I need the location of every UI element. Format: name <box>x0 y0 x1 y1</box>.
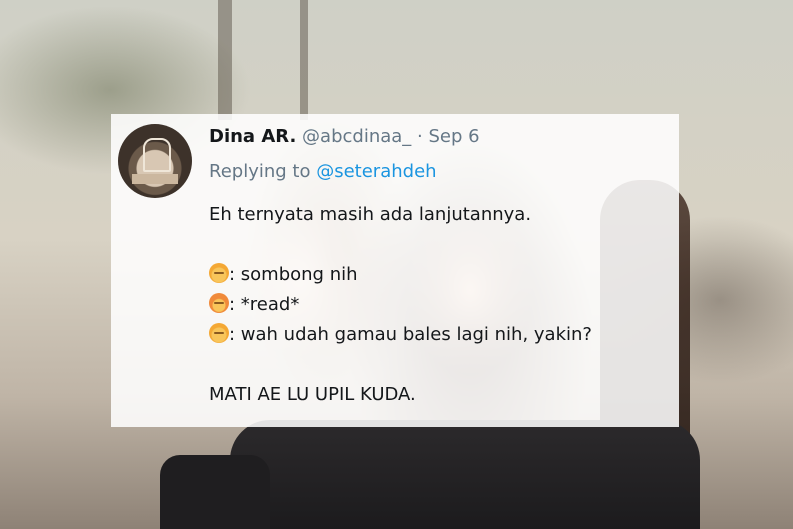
display-name[interactable]: Dina AR. <box>209 126 296 147</box>
boy-emoji-icon <box>209 323 229 343</box>
background-tree-trunk <box>300 0 308 120</box>
boy-emoji-icon <box>209 263 229 283</box>
tweet-card: Dina AR. @abcdinaa_ · Sep 6 Replying to … <box>111 114 679 427</box>
background-sweater <box>230 420 700 529</box>
background-sweater <box>160 455 270 529</box>
tweet-date[interactable]: Sep 6 <box>429 126 480 147</box>
tweet-line: : sombong nih <box>209 260 669 290</box>
tweet-line: : wah udah gamau bales lagi nih, yakin? <box>209 320 669 350</box>
replying-to: Replying to @seterahdeh <box>209 159 437 185</box>
tweet-line: Eh ternyata masih ada lanjutannya. <box>209 204 532 225</box>
tweet-text: Eh ternyata masih ada lanjutannya. : som… <box>209 200 669 410</box>
avatar-mirror-shape <box>143 138 171 172</box>
tweet-line: : *read* <box>209 290 669 320</box>
tweet-line-text: : wah udah gamau bales lagi nih, yakin? <box>229 324 592 345</box>
handle[interactable]: @abcdinaa_ <box>302 126 411 147</box>
mention-link[interactable]: @seterahdeh <box>316 161 436 182</box>
avatar[interactable] <box>118 124 192 198</box>
avatar-shelf-shape <box>132 174 178 184</box>
replying-prefix: Replying to <box>209 161 311 182</box>
tweet-line-text: : sombong nih <box>229 264 358 285</box>
tweet-line-text: : *read* <box>229 294 300 315</box>
girl-emoji-icon <box>209 293 229 313</box>
background-tree-trunk <box>218 0 232 120</box>
tweet-header: Dina AR. @abcdinaa_ · Sep 6 <box>209 124 480 150</box>
separator: · <box>417 126 423 147</box>
tweet-line: MATI AE LU UPIL KUDA. <box>209 384 416 405</box>
